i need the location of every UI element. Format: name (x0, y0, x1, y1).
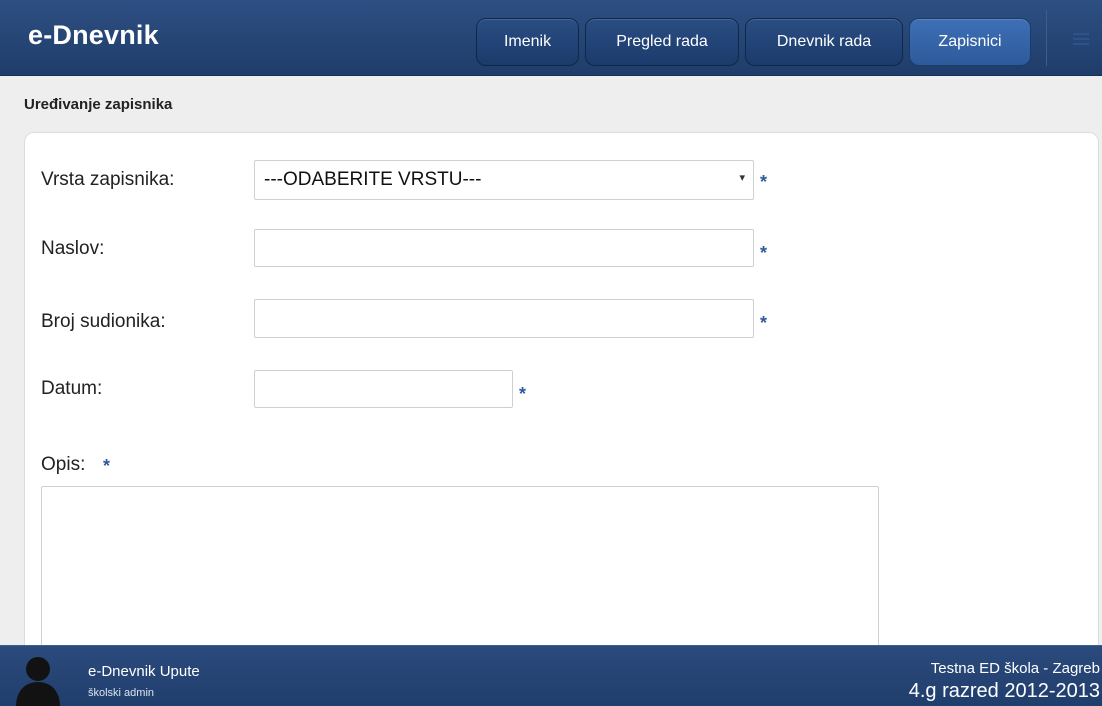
top-header: e-Dnevnik Imenik Pregled rada Dnevnik ra… (0, 0, 1102, 76)
app-logo[interactable]: e-Dnevnik (28, 20, 159, 51)
vrsta-select[interactable]: ---ODABERITE VRSTU--- ▾ (254, 160, 754, 200)
user-role: školski admin (88, 687, 155, 699)
class-year: 4.g razred 2012-2013 (908, 680, 1100, 702)
datum-input[interactable] (254, 370, 513, 408)
school-name: Testna ED škola - Zagreb (930, 660, 1100, 677)
naslov-label: Naslov: (41, 238, 105, 259)
nav-imenik-label: Imenik (503, 33, 552, 50)
naslov-input[interactable] (254, 229, 754, 267)
nav-dnevnik-rada-label: Dnevnik rada (776, 33, 872, 50)
user-name[interactable]: e-Dnevnik Upute (88, 663, 200, 680)
broj-sudionika-input[interactable] (254, 299, 754, 338)
nav-pregled-rada[interactable]: Pregled rada (585, 18, 739, 66)
nav-zapisnici[interactable]: Zapisnici (909, 18, 1031, 66)
page-title: Uređivanje zapisnika (24, 96, 173, 113)
opis-label: Opis: (41, 454, 86, 475)
nav-imenik[interactable]: Imenik (476, 18, 579, 66)
user-avatar-icon[interactable] (14, 652, 62, 706)
required-asterisk: * (519, 384, 527, 404)
required-asterisk: * (760, 313, 768, 333)
vrsta-label: Vrsta zapisnika: (41, 169, 175, 190)
dropdown-caret-icon: ▾ (739, 172, 745, 184)
footer-bar: e-Dnevnik Upute školski admin Testna ED … (0, 645, 1102, 706)
broj-sudionika-label: Broj sudionika: (41, 311, 166, 332)
vrsta-select-value: ---ODABERITE VRSTU--- (264, 169, 482, 190)
required-asterisk: * (103, 456, 111, 476)
datum-label: Datum: (41, 378, 103, 399)
menu-divider (1046, 10, 1047, 66)
required-asterisk: * (760, 172, 768, 192)
nav-pregled-rada-label: Pregled rada (616, 33, 708, 50)
opis-textarea[interactable] (41, 486, 879, 656)
nav-dnevnik-rada[interactable]: Dnevnik rada (745, 18, 903, 66)
required-asterisk: * (760, 243, 768, 263)
hamburger-icon[interactable] (1073, 33, 1089, 45)
nav-zapisnici-label: Zapisnici (938, 33, 1002, 50)
